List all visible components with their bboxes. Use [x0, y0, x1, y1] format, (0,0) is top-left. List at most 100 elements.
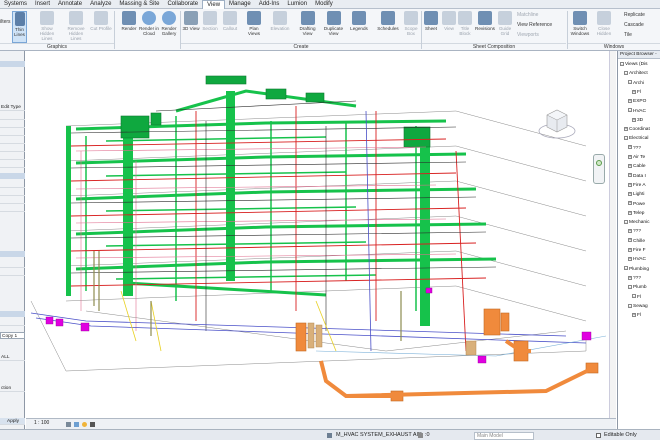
browser-node[interactable]: - Fl	[632, 294, 641, 301]
collapse-toggle-icon[interactable]: -	[624, 71, 628, 76]
tab-lumion[interactable]: Lumion	[283, 0, 311, 9]
section-button[interactable]: Section	[200, 11, 220, 43]
section-row[interactable]: ction	[0, 385, 25, 392]
view-cube[interactable]	[537, 105, 577, 141]
thin-lines-button[interactable]: Thin Lines	[12, 11, 27, 43]
property-row[interactable]	[0, 129, 25, 136]
viewports-button[interactable]: Viewports	[517, 32, 539, 39]
browser-node[interactable]: + Telep	[628, 210, 644, 217]
show-hidden-lines-button[interactable]: Show Hidden Lines	[34, 11, 60, 43]
all-field[interactable]: ALL	[0, 354, 25, 361]
browser-node[interactable]: +???	[628, 145, 641, 152]
drafting-view-button[interactable]: Drafting View	[295, 11, 320, 43]
view-reference-button[interactable]: View Reference	[517, 22, 552, 29]
property-row[interactable]	[0, 205, 25, 212]
replicate-button[interactable]: Replicate	[624, 12, 645, 19]
browser-node[interactable]: + Air Te	[628, 154, 645, 161]
detail-level-icon[interactable]	[66, 422, 71, 427]
tab-analyze[interactable]: Analyze	[86, 0, 115, 9]
cut-profile-button[interactable]: Cut Profile	[89, 11, 113, 43]
title-block-button[interactable]: Title Block	[456, 11, 474, 43]
shadows-icon[interactable]	[90, 422, 95, 427]
property-row[interactable]	[0, 137, 25, 144]
browser-node[interactable]: + Data I	[628, 173, 646, 180]
browser-node[interactable]: + Fl	[632, 89, 641, 96]
scope-box-button[interactable]: Scope Box	[402, 11, 420, 43]
collapse-toggle-icon[interactable]: -	[624, 219, 628, 224]
tile-button[interactable]: Tile	[624, 32, 632, 39]
collapse-toggle-icon[interactable]: -	[628, 303, 632, 308]
collapse-toggle-icon[interactable]: -	[620, 61, 624, 66]
property-row[interactable]	[0, 319, 25, 326]
browser-node[interactable]: - Archi	[628, 80, 644, 87]
editable-only-checkbox[interactable]	[596, 433, 601, 438]
expand-toggle-icon[interactable]: +	[632, 312, 636, 317]
cascade-button[interactable]: Cascade	[624, 22, 644, 29]
browser-node[interactable]: - Plumbing	[624, 266, 649, 273]
collapse-toggle-icon[interactable]: -	[624, 266, 628, 271]
browser-node[interactable]: - Sewag	[628, 303, 648, 310]
mep-model-drawing[interactable]	[26, 51, 616, 418]
guide-grid-button[interactable]: Guide Grid	[497, 11, 513, 43]
property-row[interactable]	[0, 269, 25, 276]
browser-node[interactable]: +3D	[632, 117, 643, 124]
schedules-button[interactable]: Schedules	[375, 11, 401, 43]
tab-collaborate[interactable]: Collaborate	[163, 0, 202, 9]
legends-button[interactable]: Legends	[348, 11, 370, 43]
copy-1-field[interactable]: Copy 1	[0, 332, 25, 339]
browser-node[interactable]: + Cable	[628, 163, 646, 170]
property-row[interactable]	[0, 113, 25, 120]
view-scale[interactable]: 1 : 100	[34, 418, 49, 429]
sun-path-icon[interactable]	[82, 422, 87, 427]
apply-button[interactable]: Apply	[0, 418, 25, 425]
collapse-toggle-icon[interactable]: -	[628, 80, 632, 85]
visual-style-icon[interactable]	[74, 422, 79, 427]
expand-toggle-icon[interactable]: +	[628, 98, 632, 103]
browser-node[interactable]: + Chille	[628, 238, 645, 245]
expand-toggle-icon[interactable]: +	[628, 201, 632, 206]
expand-toggle-icon[interactable]: +	[632, 117, 636, 122]
tab-view[interactable]: View	[202, 0, 226, 9]
browser-node[interactable]: + Fl	[632, 312, 641, 319]
revisions-button[interactable]: Revisions	[473, 11, 497, 43]
expand-toggle-icon[interactable]: +	[628, 229, 632, 234]
viewport-scrollbar[interactable]	[609, 51, 616, 418]
expand-toggle-icon[interactable]: +	[632, 89, 636, 94]
expand-toggle-icon[interactable]: +	[628, 145, 632, 150]
elevation-button[interactable]: Elevation	[268, 11, 292, 43]
browser-node[interactable]: +???	[628, 275, 641, 282]
switch-windows-button[interactable]: Switch Windows	[568, 11, 592, 43]
collapse-toggle-icon[interactable]: -	[628, 108, 632, 113]
browser-node[interactable]: + Lighti	[628, 191, 644, 198]
browser-node[interactable]: + Coordinat	[624, 126, 650, 133]
expand-toggle-icon[interactable]: +	[628, 173, 632, 178]
property-row[interactable]	[0, 145, 25, 152]
property-row[interactable]	[0, 261, 25, 268]
tab-annotate[interactable]: Annotate	[54, 0, 86, 9]
property-row[interactable]	[0, 197, 25, 204]
browser-node[interactable]: +???	[628, 228, 641, 235]
expand-toggle-icon[interactable]: +	[628, 257, 632, 262]
collapse-toggle-icon[interactable]: -	[624, 136, 628, 141]
collapse-toggle-icon[interactable]: -	[628, 284, 632, 289]
browser-node[interactable]: + Fire F	[628, 247, 646, 254]
design-option-field[interactable]: Main Model	[474, 432, 534, 440]
expand-toggle-icon[interactable]: +	[624, 126, 628, 131]
browser-node[interactable]: - Plumb	[628, 284, 647, 291]
tab-modify[interactable]: Modify	[311, 0, 337, 9]
3d-view-button[interactable]: 3D View	[181, 11, 201, 43]
property-row[interactable]	[0, 189, 25, 196]
sheet-button[interactable]: Sheet	[422, 11, 440, 43]
tab-massing-site[interactable]: Massing & Site	[115, 0, 163, 9]
collapse-toggle-icon[interactable]: -	[632, 294, 636, 299]
expand-toggle-icon[interactable]: +	[628, 182, 632, 187]
tab-add-ins[interactable]: Add-Ins	[255, 0, 284, 9]
3d-model-viewport[interactable]	[26, 51, 616, 418]
remove-hidden-lines-button[interactable]: Remove Hidden Lines	[63, 11, 89, 43]
tab-insert[interactable]: Insert	[31, 0, 54, 9]
navigation-wheel-icon[interactable]	[593, 154, 605, 184]
expand-toggle-icon[interactable]: +	[628, 154, 632, 159]
expand-toggle-icon[interactable]: +	[628, 191, 632, 196]
property-row[interactable]	[0, 121, 25, 128]
duplicate-view-button[interactable]: Duplicate View	[321, 11, 346, 43]
